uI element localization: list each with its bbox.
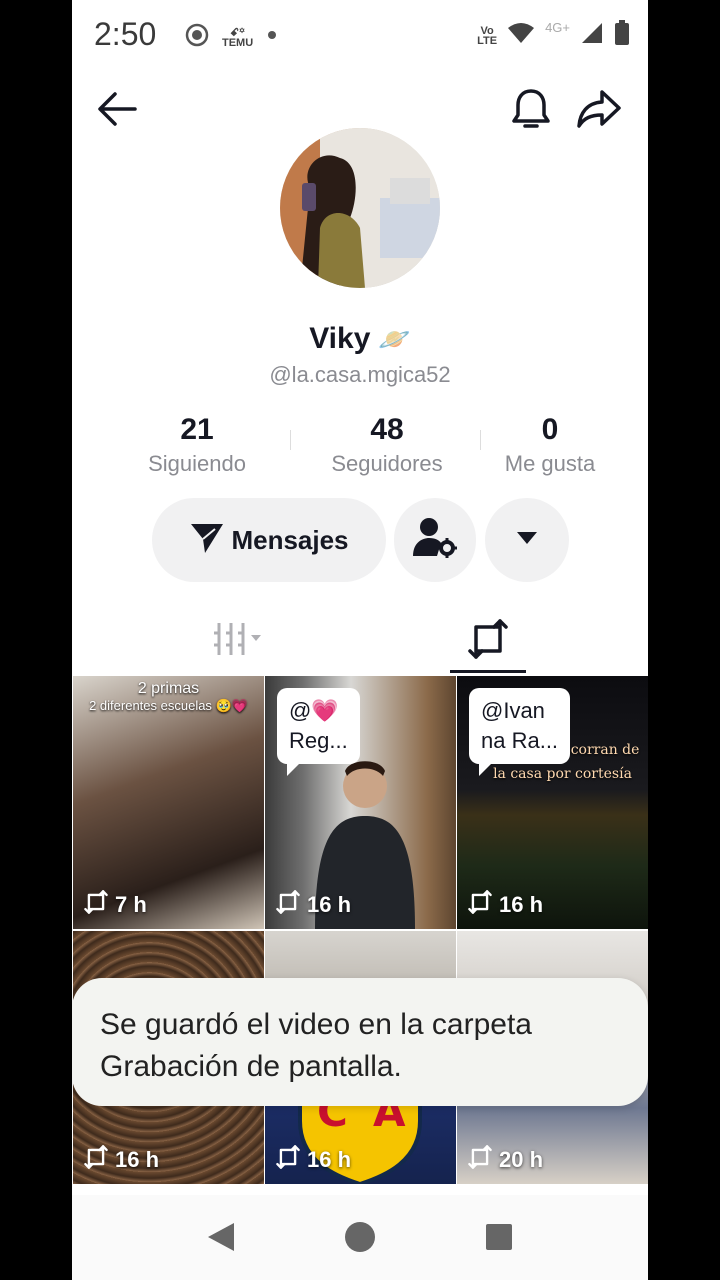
- video-time: 16 h: [499, 892, 544, 917]
- record-icon: [184, 22, 210, 53]
- caret-down-icon: [516, 531, 538, 550]
- volte-icon: Vo LTE: [477, 24, 498, 47]
- system-nav-bar: [72, 1195, 648, 1280]
- likes-label: Me gusta: [504, 451, 596, 476]
- square-recents-icon: [485, 1223, 513, 1256]
- circle-home-icon: [344, 1221, 376, 1258]
- video-time: 16 h: [307, 1147, 352, 1172]
- content-tabs: [72, 606, 648, 676]
- person-gear-icon: [411, 516, 459, 565]
- dot-icon: [265, 28, 279, 47]
- repost-icon: [467, 1144, 493, 1176]
- status-bar: 2:50 ꗃ꙳ TEMU Vo LTE 4G+: [72, 0, 648, 70]
- grid-icon: [209, 619, 265, 664]
- repost-icon: [83, 1144, 109, 1176]
- avatar[interactable]: [280, 128, 440, 288]
- wifi-icon: [507, 21, 535, 50]
- messages-label: Mensajes: [231, 524, 349, 555]
- back-button[interactable]: [92, 86, 142, 136]
- repost-icon: [83, 889, 109, 921]
- share-arrow-icon: [576, 88, 622, 135]
- profile-screen: 2:50 ꗃ꙳ TEMU Vo LTE 4G+ Viky 🪐 @la.casa.…: [72, 0, 648, 1280]
- following-stat[interactable]: 21 Siguiendo: [132, 410, 262, 478]
- video-time: 16 h: [307, 892, 352, 917]
- repost-icon: [467, 889, 493, 921]
- followers-stat[interactable]: 48 Seguidores: [312, 410, 462, 478]
- mention-bubble[interactable]: @Ivan na Ra...: [469, 688, 571, 776]
- video-time: 20 h: [499, 1147, 544, 1172]
- tab-videos[interactable]: [202, 614, 272, 668]
- display-name: Viky: [309, 322, 371, 355]
- profile-stats: 21 Siguiendo 48 Seguidores 0 Me gusta: [132, 410, 612, 480]
- divider: [290, 430, 291, 450]
- notifications-button[interactable]: [506, 86, 556, 136]
- planet-emoji: 🪐: [378, 323, 411, 354]
- friends-settings-button[interactable]: [394, 498, 476, 582]
- messages-button[interactable]: Mensajes: [152, 498, 386, 582]
- following-label: Siguiendo: [148, 451, 246, 476]
- video-tile[interactable]: 2 primas 2 diferentes escuelas 🥹💗 7 h: [73, 676, 264, 929]
- avatar-photo: [280, 128, 440, 288]
- username: @la.casa.mgica52: [269, 362, 451, 387]
- following-count: 21: [180, 413, 214, 446]
- active-tab-indicator: [450, 670, 526, 673]
- more-options-button[interactable]: [485, 498, 569, 582]
- battery-icon: [614, 20, 630, 51]
- likes-stat[interactable]: 0 Me gusta: [488, 410, 612, 478]
- repost-icon: [275, 889, 301, 921]
- tab-reposts[interactable]: [458, 614, 518, 668]
- network-label: 4G+: [545, 20, 570, 35]
- bell-icon: [510, 87, 552, 136]
- followers-label: Seguidores: [331, 451, 443, 476]
- toast-notification: Se guardó el video en la carpeta Grabaci…: [72, 978, 648, 1106]
- nav-back-button[interactable]: [196, 1219, 246, 1259]
- share-button[interactable]: [572, 86, 626, 136]
- video-tile[interactable]: @💗 Reg... 16 h: [265, 676, 456, 929]
- video-time: 7 h: [115, 892, 147, 917]
- repost-icon: [275, 1144, 301, 1176]
- divider: [480, 430, 481, 450]
- send-icon: [189, 521, 225, 560]
- status-time: 2:50: [94, 16, 157, 52]
- nav-home-button[interactable]: [335, 1219, 385, 1259]
- followers-count: 48: [370, 413, 404, 446]
- temu-icon: ꗃ꙳ TEMU: [222, 26, 254, 49]
- signal-icon: [580, 21, 604, 50]
- likes-count: 0: [541, 413, 559, 446]
- arrow-left-icon: [95, 89, 139, 134]
- nav-recents-button[interactable]: [474, 1219, 524, 1259]
- triangle-back-icon: [206, 1221, 236, 1258]
- mention-bubble[interactable]: @💗 Reg...: [277, 688, 360, 776]
- video-time: 16 h: [115, 1147, 160, 1172]
- video-tile[interactable]: cuando nos corran de la casa por cortesí…: [457, 676, 648, 929]
- repost-icon: [466, 617, 510, 666]
